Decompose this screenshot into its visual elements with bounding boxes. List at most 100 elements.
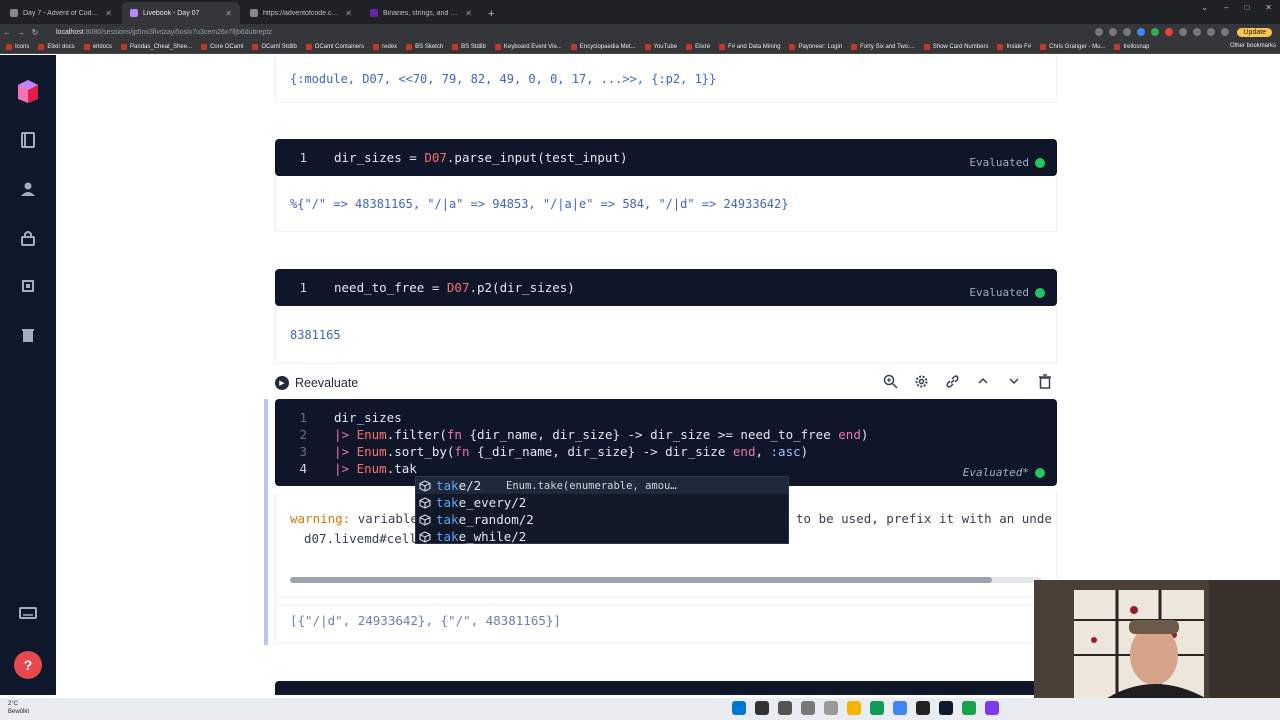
bookmark[interactable]: BS Sketch: [406, 43, 443, 50]
bookmark-label: redex: [382, 43, 398, 50]
task-view-icon[interactable]: [778, 701, 792, 715]
bookmark[interactable]: redex: [373, 43, 398, 50]
back-icon[interactable]: ←: [0, 28, 14, 37]
bookmark[interactable]: trellosnap: [1114, 43, 1150, 50]
autocomplete-popup: tak e/2 Enum.take(enumerable, amou… tak e_…: [415, 476, 789, 544]
bookmark-star-icon[interactable]: [1123, 28, 1132, 36]
share-icon[interactable]: [1109, 28, 1118, 36]
terminal-icon[interactable]: [916, 701, 930, 715]
extension-icon[interactable]: [1137, 28, 1146, 36]
forward-icon[interactable]: →: [14, 28, 28, 37]
browser-tab-aoc-input[interactable]: https://adventofcode.com/2022/... ✕: [242, 2, 360, 24]
code-line: 4 |> Enum.tak: [275, 460, 416, 477]
bookmark[interactable]: Encyclopaedia Met...: [570, 43, 636, 50]
runtime-chip-icon[interactable]: [17, 275, 39, 297]
secrets-lock-icon[interactable]: [17, 227, 39, 249]
notebook-outline-icon[interactable]: [17, 129, 39, 151]
code-token: Enum: [356, 444, 387, 459]
move-down-icon[interactable]: [1006, 373, 1022, 389]
extension-icon[interactable]: [1165, 28, 1174, 36]
users-icon[interactable]: [17, 178, 39, 200]
bookmark[interactable]: OCaml Stdlib: [252, 43, 297, 50]
chrome-icon[interactable]: [893, 701, 907, 715]
chat-icon[interactable]: [824, 701, 838, 715]
bookmark-icon: [570, 43, 577, 50]
close-tab-icon[interactable]: ✕: [105, 9, 112, 18]
app-icon[interactable]: [939, 701, 953, 715]
browser-tab-hexdocs[interactable]: Binaries, strings, and charlists - T ✕: [362, 2, 480, 24]
bookmark[interactable]: Pandas_Cheat_Shee...: [121, 43, 193, 50]
bookmark[interactable]: Core OCaml: [201, 43, 243, 50]
maximize-icon[interactable]: □: [1244, 3, 1249, 12]
puzzle-icon[interactable]: [1193, 28, 1202, 36]
bookmark[interactable]: Show Card Numbers: [923, 43, 988, 50]
minimize-icon[interactable]: –: [1224, 3, 1228, 12]
zoom-icon[interactable]: [1095, 28, 1104, 36]
settings-gear-icon[interactable]: [913, 373, 929, 389]
code-cell-editor[interactable]: 1 need_to_free = D07.p2(dir_sizes) Evalu…: [275, 269, 1057, 306]
bookmark-icon: [494, 43, 501, 50]
bookmark[interactable]: Inside F#: [997, 43, 1031, 50]
app-icon[interactable]: [962, 701, 976, 715]
bookmark[interactable]: Elixre: [686, 43, 710, 50]
move-up-icon[interactable]: [975, 373, 991, 389]
sidepanel-icon[interactable]: [1207, 28, 1216, 36]
autocomplete-item[interactable]: tak e_while/2: [416, 528, 788, 545]
bookmark-label: Pandas_Cheat_Shee...: [130, 43, 193, 50]
widgets-icon[interactable]: [801, 701, 815, 715]
bin-icon[interactable]: [17, 324, 39, 346]
bookmark[interactable]: Icons: [6, 43, 29, 50]
bookmark-icon: [406, 43, 413, 50]
bookmark[interactable]: F# and Data Mining: [719, 43, 780, 50]
horizontal-scrollbar[interactable]: [290, 577, 1042, 583]
close-tab-icon[interactable]: ✕: [225, 9, 232, 18]
bookmark[interactable]: erldocs: [83, 43, 112, 50]
keyboard-shortcuts-icon[interactable]: [17, 602, 39, 624]
extension-icon[interactable]: [1179, 28, 1188, 36]
bookmark[interactable]: Forty Six and Two:...: [851, 43, 915, 50]
start-icon[interactable]: [732, 701, 746, 715]
app-icon[interactable]: [870, 701, 884, 715]
code-token: Enum: [356, 427, 387, 442]
profile-avatar[interactable]: [1221, 28, 1230, 36]
autocomplete-item[interactable]: tak e/2 Enum.take(enumerable, amou…: [416, 477, 788, 494]
zoom-in-icon[interactable]: [882, 373, 898, 389]
browser-tab-aoc[interactable]: Day 7 - Advent of Code 2022 ✕: [2, 2, 120, 24]
bookmark[interactable]: Keyboard Event Vie...: [494, 43, 562, 50]
bookmark[interactable]: Payoneer: Login: [789, 43, 842, 50]
bookmark[interactable]: BS Stdlib: [452, 43, 486, 50]
other-bookmarks[interactable]: Other bookmarks: [1230, 43, 1276, 49]
reload-icon[interactable]: ↻: [28, 28, 42, 37]
weather-widget[interactable]: 2°C Bewölkt: [8, 700, 29, 716]
browser-tab-livebook[interactable]: Livebook - Day 07 ✕: [122, 2, 240, 24]
tab-search-icon[interactable]: ⌄: [1201, 3, 1208, 12]
scrollbar-thumb[interactable]: [290, 577, 992, 583]
update-button[interactable]: Update: [1237, 27, 1272, 37]
file-explorer-icon[interactable]: [847, 701, 861, 715]
code-cell-editor[interactable]: 1 dir_sizes = D07.parse_input(test_input…: [275, 139, 1057, 176]
delete-icon[interactable]: [1037, 373, 1053, 389]
bookmark[interactable]: OCaml Containers: [305, 43, 365, 50]
window-controls: ⌄ – □ ✕: [1201, 3, 1272, 12]
bookmark-label: OCaml Containers: [314, 43, 365, 50]
search-icon[interactable]: [755, 701, 769, 715]
close-tab-icon[interactable]: ✕: [465, 9, 472, 18]
next-code-cell-editor[interactable]: [275, 681, 1057, 695]
bookmark[interactable]: Chris Granger - Mu...: [1040, 43, 1105, 50]
app-icon[interactable]: [985, 701, 999, 715]
url-field[interactable]: localhost:8080/sessions/jp5nx3fivszayi5o…: [56, 29, 1095, 36]
extension-icon[interactable]: [1151, 28, 1160, 36]
close-window-icon[interactable]: ✕: [1265, 3, 1272, 12]
livebook-logo-icon[interactable]: [14, 77, 42, 105]
autocomplete-item[interactable]: tak e_random/2: [416, 511, 788, 528]
bookmark[interactable]: Elixir docs: [38, 43, 75, 50]
autocomplete-item[interactable]: tak e_every/2: [416, 494, 788, 511]
reevaluate-button[interactable]: ▶ Reevaluate: [275, 376, 358, 390]
new-tab-button[interactable]: +: [480, 8, 502, 24]
link-icon[interactable]: [944, 373, 960, 389]
bookmark[interactable]: YouTube: [644, 43, 677, 50]
close-tab-icon[interactable]: ✕: [345, 9, 352, 18]
help-button[interactable]: ?: [14, 651, 42, 679]
warning-text: variable: [350, 511, 418, 526]
code-cell-editor-active[interactable]: 1 dir_sizes 2 |> Enum.filter(fn {dir_nam…: [275, 399, 1057, 486]
